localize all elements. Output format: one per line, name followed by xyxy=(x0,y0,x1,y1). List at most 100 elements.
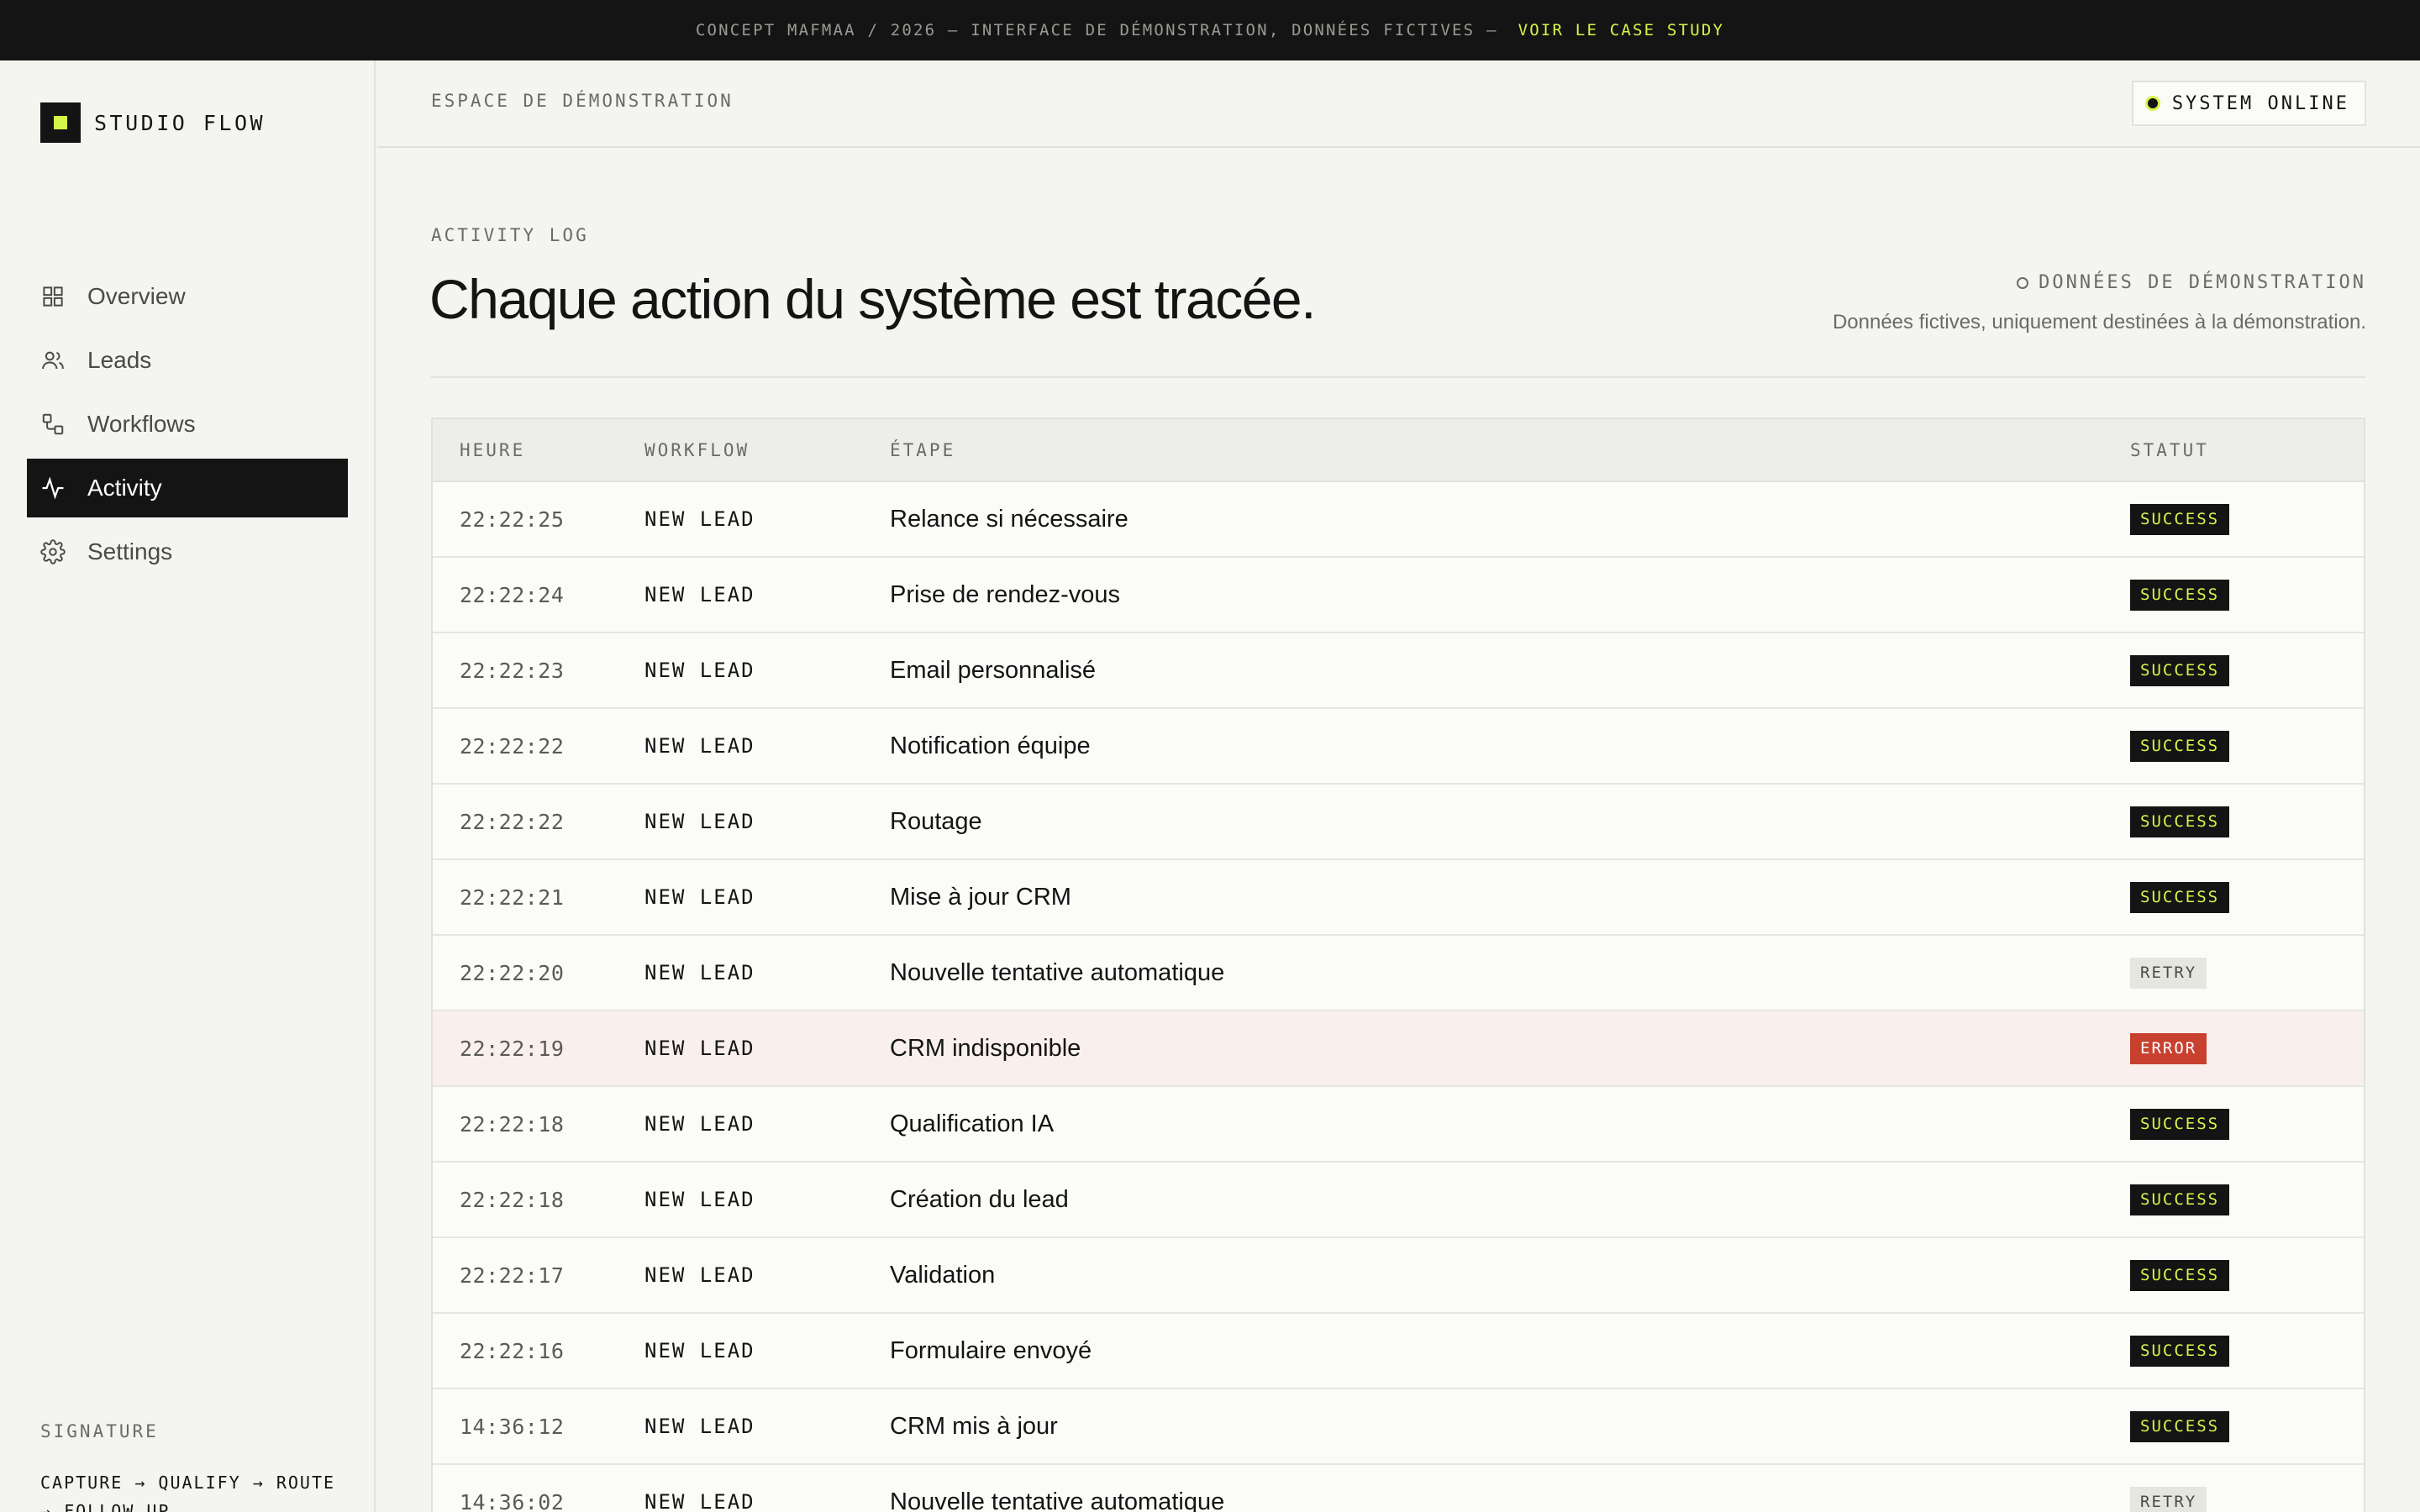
status-badge: SUCCESS xyxy=(2130,654,2230,686)
row-workflow-cell: NEW LEAD xyxy=(644,583,890,606)
row-time-cell: 22:22:18 xyxy=(433,1188,644,1212)
row-step: Relance si nécessaire xyxy=(890,505,1128,533)
top-banner: CONCEPT MAFMAA / 2026 — INTERFACE DE DÉM… xyxy=(0,0,2420,60)
row-time: 22:22:24 xyxy=(460,582,565,607)
table-row[interactable]: 14:36:02 NEW LEAD Nouvelle tentative autom… xyxy=(433,1465,2364,1512)
sidebar-item-label: Activity xyxy=(87,475,162,501)
row-status-cell: ERROR xyxy=(2130,1032,2364,1064)
row-time-cell: 22:22:22 xyxy=(433,810,644,834)
row-step: Email personnalisé xyxy=(890,656,1097,684)
row-time-cell: 14:36:02 xyxy=(433,1490,644,1512)
status-badge: SUCCESS xyxy=(2130,579,2230,611)
sidebar-item-leads[interactable]: Leads xyxy=(27,331,348,390)
row-workflow: NEW LEAD xyxy=(644,1339,755,1362)
row-step-cell: Routage xyxy=(890,808,2130,836)
table-row[interactable]: 22:22:21 NEW LEAD Mise à jour CRM SUCCESS xyxy=(433,860,2364,936)
row-step: Notification équipe xyxy=(890,732,1091,759)
row-time: 22:22:16 xyxy=(460,1338,565,1363)
row-step: Routage xyxy=(890,807,982,835)
row-workflow-cell: NEW LEAD xyxy=(644,885,890,909)
row-workflow: NEW LEAD xyxy=(644,1415,755,1438)
header: ESPACE DE DÉMONSTRATION SYSTEM ONLINE xyxy=(377,60,2420,148)
row-step-cell: Prise de rendez-vous xyxy=(890,581,2130,609)
row-time-cell: 22:22:19 xyxy=(433,1037,644,1061)
status-badge: SYSTEM ONLINE xyxy=(2131,81,2366,126)
status-badge: SUCCESS xyxy=(2130,503,2230,535)
status-badge: SUCCESS xyxy=(2130,1410,2230,1442)
table-row[interactable]: 22:22:19 NEW LEAD CRM indisponible ERROR xyxy=(433,1011,2364,1087)
grid-icon xyxy=(43,286,63,307)
status-badge: SUCCESS xyxy=(2130,806,2230,837)
row-status-cell: SUCCESS xyxy=(2130,579,2364,611)
status-badge: SUCCESS xyxy=(2130,1108,2230,1140)
row-time: 22:22:17 xyxy=(460,1263,565,1288)
row-workflow: NEW LEAD xyxy=(644,885,755,909)
row-step-cell: Notification équipe xyxy=(890,732,2130,760)
table-row[interactable]: 22:22:22 NEW LEAD Notification équipe SUCCE… xyxy=(433,709,2364,785)
status-dot-icon xyxy=(2144,96,2160,111)
table-row[interactable]: 22:22:18 NEW LEAD Création du lead SUCCESS xyxy=(433,1163,2364,1238)
row-workflow-cell: NEW LEAD xyxy=(644,1490,890,1512)
status-badge: SUCCESS xyxy=(2130,881,2230,913)
row-step: Création du lead xyxy=(890,1185,1069,1213)
row-step-cell: CRM mis à jour xyxy=(890,1413,2130,1441)
row-status-cell: SUCCESS xyxy=(2130,654,2364,686)
row-time: 14:36:12 xyxy=(460,1414,565,1439)
row-time-cell: 22:22:22 xyxy=(433,734,644,759)
activity-icon xyxy=(42,476,64,500)
brand-logo xyxy=(40,102,81,143)
sidebar-item-label: Overview xyxy=(87,283,186,309)
table-row[interactable]: 22:22:23 NEW LEAD Email personnalisé SUCCES… xyxy=(433,633,2364,709)
table-row[interactable]: 14:36:12 NEW LEAD CRM mis à jour SUCCESS xyxy=(433,1389,2364,1465)
table-row[interactable]: 22:22:20 NEW LEAD Nouvelle tentative autom… xyxy=(433,936,2364,1011)
row-time-cell: 22:22:17 xyxy=(433,1263,644,1288)
row-time-cell: 22:22:24 xyxy=(433,583,644,607)
row-workflow-cell: NEW LEAD xyxy=(644,1415,890,1438)
row-status-cell: SUCCESS xyxy=(2130,1410,2364,1442)
row-time-cell: 22:22:23 xyxy=(433,659,644,683)
sidebar-nav: Overview Leads Workflows Activity Settin… xyxy=(27,267,348,586)
brand[interactable]: STUDIO FLOW xyxy=(40,102,266,143)
row-time-cell: 22:22:25 xyxy=(433,507,644,532)
row-time-cell: 22:22:20 xyxy=(433,961,644,985)
row-workflow: NEW LEAD xyxy=(644,507,755,531)
row-step-cell: Relance si nécessaire xyxy=(890,506,2130,533)
column-header-step[interactable]: ÉTAPE xyxy=(890,440,2130,460)
row-step: Formulaire envoyé xyxy=(890,1336,1092,1364)
column-header-time[interactable]: HEURE xyxy=(433,440,644,460)
column-header-status[interactable]: STATUT xyxy=(2130,440,2364,460)
table-row[interactable]: 22:22:16 NEW LEAD Formulaire envoyé SUCCESS xyxy=(433,1314,2364,1389)
row-step: Qualification IA xyxy=(890,1110,1055,1137)
column-header-workflow[interactable]: WORKFLOW xyxy=(644,440,890,460)
sidebar-item-workflows[interactable]: Workflows xyxy=(27,395,348,454)
row-step-cell: Validation xyxy=(890,1262,2130,1289)
sidebar-item-overview[interactable]: Overview xyxy=(27,267,348,326)
row-time-cell: 22:22:16 xyxy=(433,1339,644,1363)
sidebar-item-activity[interactable]: Activity xyxy=(27,459,348,517)
row-workflow-cell: NEW LEAD xyxy=(644,1112,890,1136)
row-status-cell: SUCCESS xyxy=(2130,806,2364,837)
row-workflow: NEW LEAD xyxy=(644,810,755,833)
status-badge: SUCCESS xyxy=(2130,730,2230,762)
table-row[interactable]: 22:22:25 NEW LEAD Relance si nécessaire SUC… xyxy=(433,482,2364,558)
row-step: Nouvelle tentative automatique xyxy=(890,1488,1225,1512)
row-time: 22:22:25 xyxy=(460,507,565,532)
row-step: Mise à jour CRM xyxy=(890,883,1071,911)
table-row[interactable]: 22:22:18 NEW LEAD Qualification IA SUCCESS xyxy=(433,1087,2364,1163)
row-workflow: NEW LEAD xyxy=(644,659,755,682)
table-row[interactable]: 22:22:17 NEW LEAD Validation SUCCESS xyxy=(433,1238,2364,1314)
row-step-cell: Email personnalisé xyxy=(890,657,2130,685)
case-study-link[interactable]: VOIR LE CASE STUDY xyxy=(1518,21,1725,39)
sidebar-item-settings[interactable]: Settings xyxy=(27,522,348,581)
signature-flow: CAPTURE → QUALIFY → ROUTE → FOLLOW UP xyxy=(40,1473,336,1512)
row-step-cell: Nouvelle tentative automatique xyxy=(890,1488,2130,1512)
row-status-cell: SUCCESS xyxy=(2130,503,2364,535)
row-time: 22:22:20 xyxy=(460,960,565,985)
row-time-cell: 14:36:12 xyxy=(433,1415,644,1439)
table-row[interactable]: 22:22:24 NEW LEAD Prise de rendez-vous SUCC… xyxy=(433,558,2364,633)
row-time: 22:22:18 xyxy=(460,1111,565,1137)
row-time-cell: 22:22:18 xyxy=(433,1112,644,1137)
table-row[interactable]: 22:22:22 NEW LEAD Routage SUCCESS xyxy=(433,785,2364,860)
status-badge: SUCCESS xyxy=(2130,1335,2230,1367)
row-workflow-cell: NEW LEAD xyxy=(644,659,890,682)
